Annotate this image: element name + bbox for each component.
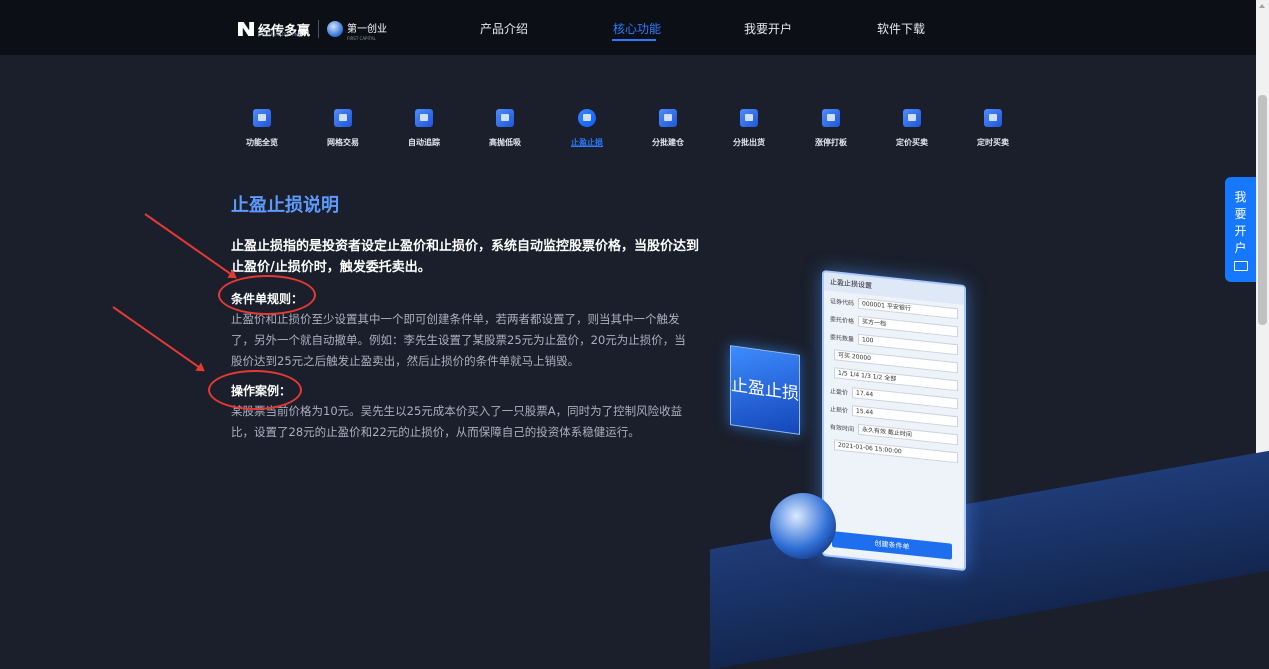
brand-primary-sub: JINGCHUAN DUOYING [258, 32, 301, 37]
nav-product-intro[interactable]: 产品介绍 [480, 20, 528, 37]
feature-label: 止盈止损 [571, 138, 603, 147]
create-condition-button: 创建条件单 [832, 531, 952, 560]
row-label: 有效时间 [830, 423, 855, 433]
row-label: 委托数量 [830, 333, 855, 343]
case-text: 某股票当前价格为10元。吴先生以25元成本价买入了一只股票A，同时为了控制风险收… [231, 404, 683, 439]
feature-tab-limit-up[interactable]: 涨停打板 [801, 109, 861, 148]
card-icon [1233, 261, 1248, 271]
row-label: 止盈价 [830, 387, 849, 397]
illustration-platform [710, 450, 1269, 669]
batch-sell-icon [740, 109, 758, 127]
nav-software-download[interactable]: 软件下载 [877, 20, 925, 37]
scroll-up-arrow-icon[interactable] [1259, 4, 1265, 8]
feature-tab-auto-track[interactable]: 自动追踪 [394, 109, 454, 148]
feature-label: 网格交易 [327, 138, 359, 147]
scrollbar-thumb[interactable] [1258, 95, 1267, 325]
row-label: 证券代码 [830, 297, 855, 307]
feature-tab-grid-trade[interactable]: 网格交易 [313, 109, 373, 148]
jingchuan-logo-icon [238, 22, 254, 36]
feature-tab-batch-build[interactable]: 分批建仓 [638, 109, 698, 148]
feature-tab-timed-trade[interactable]: 定时买卖 [963, 109, 1023, 148]
feature-tab-high-low[interactable]: 高抛低吸 [475, 109, 535, 148]
logo-divider [318, 20, 320, 38]
feature-label: 自动追踪 [408, 138, 440, 147]
rules-text: 止盈价和止损价至少设置其中一个即可创建条件单，若两者都设置了，则当其中一个触发了… [231, 312, 686, 368]
high-low-icon [496, 109, 514, 127]
stop-profit-loss-icon [578, 109, 596, 127]
first-capital-globe-icon [327, 21, 344, 37]
nav-open-account[interactable]: 我要开户 [744, 20, 792, 37]
illustration-settings-panel: 止盈止损设置 证券代码 000001 平安银行 委托价格 买方一档 委托数量 100 … [822, 270, 966, 572]
feature-tab-overview[interactable]: 功能全览 [232, 109, 292, 148]
batch-build-icon [659, 109, 677, 127]
open-account-side-button[interactable]: 我要开户 [1225, 177, 1256, 282]
auto-track-icon [415, 109, 433, 127]
feature-label: 定时买卖 [977, 138, 1009, 147]
red-annotation-circle [218, 275, 316, 315]
row-label: 委托价格 [830, 315, 855, 325]
feature-tab-stop-profit-loss[interactable]: 止盈止损 [557, 109, 617, 148]
brand-logo[interactable]: 经传多赢 JINGCHUAN DUOYING 第一创业 FIRST CAPITA… [238, 17, 387, 41]
red-annotation-arrow [112, 306, 204, 371]
illustration-tag: 止盈止损 [730, 345, 800, 435]
brand-secondary: 第一创业 [347, 24, 388, 35]
feature-label: 分批建仓 [652, 138, 684, 147]
red-annotation-arrow [144, 213, 236, 278]
limit-up-icon [822, 109, 840, 127]
red-annotation-circle [208, 370, 302, 410]
feature-label: 分批出货 [733, 138, 765, 147]
top-navigation-bar: 经传多赢 JINGCHUAN DUOYING 第一创业 FIRST CAPITA… [0, 0, 1256, 55]
price-trade-icon [903, 109, 921, 127]
nav-core-features[interactable]: 核心功能 [613, 20, 661, 37]
section-title: 止盈止损说明 [231, 195, 339, 216]
brand-secondary-sub: FIRST CAPITAL [347, 36, 376, 41]
nav-active-underline [612, 39, 656, 41]
row-label: 止损价 [830, 405, 849, 415]
timed-trade-icon [984, 109, 1002, 127]
feature-label: 定价买卖 [896, 138, 928, 147]
feature-label: 涨停打板 [815, 138, 847, 147]
grid-trade-icon [334, 109, 352, 127]
feature-tab-batch-sell[interactable]: 分批出货 [719, 109, 779, 148]
lead-description: 止盈止损指的是投资者设定止盈价和止损价，系统自动监控股票价格，当股价达到止盈价/… [231, 239, 700, 275]
side-button-label: 我要开户 [1234, 190, 1247, 255]
globe-icon [770, 493, 836, 559]
feature-tab-price-trade[interactable]: 定价买卖 [882, 109, 942, 148]
feature-label: 功能全览 [246, 138, 278, 147]
feature-label: 高抛低吸 [489, 138, 521, 147]
overview-icon [253, 109, 271, 127]
